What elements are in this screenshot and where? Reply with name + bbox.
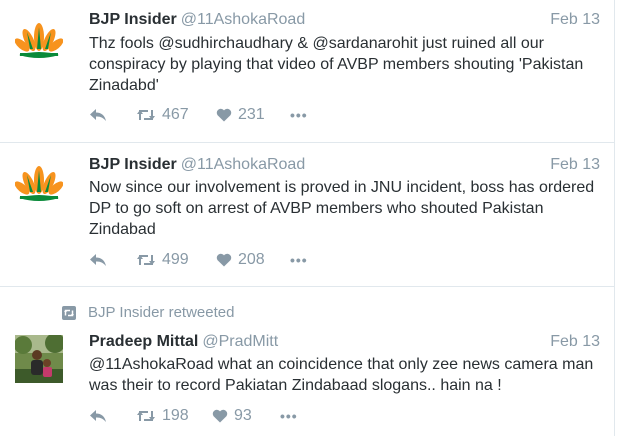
reply-icon bbox=[90, 410, 106, 422]
more-icon[interactable]: ••• bbox=[290, 107, 308, 123]
tweet-timestamp[interactable]: Feb 13 bbox=[550, 155, 600, 175]
reply-button[interactable] bbox=[89, 108, 136, 122]
like-count: 93 bbox=[234, 407, 252, 424]
tweet[interactable]: BJP Insider @11AshokaRoad Feb 13 Now sinc… bbox=[0, 143, 615, 287]
retweet-context: BJP Insider retweeted bbox=[62, 304, 234, 321]
retweet-button[interactable]: 499 bbox=[136, 251, 216, 269]
author-handle[interactable]: @PradMitt bbox=[202, 333, 278, 350]
heart-icon bbox=[212, 409, 228, 423]
author-name[interactable]: BJP Insider bbox=[89, 11, 177, 28]
retweet-button[interactable]: 198 bbox=[136, 407, 212, 425]
tweet-header: BJP Insider @11AshokaRoad Feb 13 bbox=[89, 10, 600, 30]
heart-icon bbox=[216, 253, 232, 267]
like-count: 231 bbox=[238, 106, 265, 123]
retweet-count: 467 bbox=[162, 106, 189, 123]
retweet-context-icon bbox=[62, 305, 76, 320]
retweet-icon bbox=[137, 411, 155, 421]
tweet-text: Now since our involvement is proved in J… bbox=[89, 179, 595, 238]
retweet-icon bbox=[137, 110, 155, 120]
reply-icon bbox=[90, 109, 106, 121]
retweet-button[interactable]: 467 bbox=[136, 106, 216, 124]
user-photo-avatar[interactable] bbox=[15, 335, 63, 383]
reply-button[interactable] bbox=[89, 409, 136, 423]
tweet-timestamp[interactable]: Feb 13 bbox=[550, 10, 600, 30]
like-button[interactable]: 231 bbox=[216, 106, 290, 124]
tweet-header: BJP Insider @11AshokaRoad Feb 13 bbox=[89, 155, 600, 175]
reply-button[interactable] bbox=[89, 253, 136, 267]
more-icon[interactable]: ••• bbox=[280, 408, 298, 424]
tweet[interactable]: BJP Insider @11AshokaRoad Feb 13 Thz fool… bbox=[0, 0, 615, 143]
like-button[interactable]: 93 bbox=[212, 407, 280, 425]
author-handle[interactable]: @11AshokaRoad bbox=[181, 156, 305, 173]
bjp-lotus-logo-avatar[interactable] bbox=[15, 158, 63, 206]
tweet-text: Thz fools @sudhirchaudhary & @sardanaroh… bbox=[89, 35, 584, 94]
tweet-actions: 499 208 ••• bbox=[89, 250, 308, 270]
heart-icon bbox=[216, 108, 232, 122]
author-name[interactable]: BJP Insider bbox=[89, 156, 177, 173]
tweet-timestamp[interactable]: Feb 13 bbox=[550, 332, 600, 352]
like-count: 208 bbox=[238, 251, 265, 268]
retweet-count: 198 bbox=[162, 407, 189, 424]
retweet-icon bbox=[137, 255, 155, 265]
tweet-header: Pradeep Mittal @PradMitt Feb 13 bbox=[89, 332, 600, 352]
more-icon[interactable]: ••• bbox=[290, 252, 308, 268]
retweet-context-label[interactable]: BJP Insider retweeted bbox=[88, 304, 234, 321]
tweet-actions: 467 231 ••• bbox=[89, 105, 308, 125]
tweet-text: @11AshokaRoad what an coincidence that o… bbox=[89, 356, 594, 394]
author-name[interactable]: Pradeep Mittal bbox=[89, 333, 198, 350]
tweet-actions: 198 93 ••• bbox=[89, 406, 298, 426]
like-button[interactable]: 208 bbox=[216, 251, 290, 269]
tweet-feed: BJP Insider @11AshokaRoad Feb 13 Thz fool… bbox=[0, 0, 615, 436]
retweet-count: 499 bbox=[162, 251, 189, 268]
bjp-lotus-logo-avatar[interactable] bbox=[15, 15, 63, 63]
reply-icon bbox=[90, 254, 106, 266]
tweet[interactable]: BJP Insider retweeted Pradeep Mittal @Pra… bbox=[0, 287, 615, 436]
author-handle[interactable]: @11AshokaRoad bbox=[181, 11, 305, 28]
